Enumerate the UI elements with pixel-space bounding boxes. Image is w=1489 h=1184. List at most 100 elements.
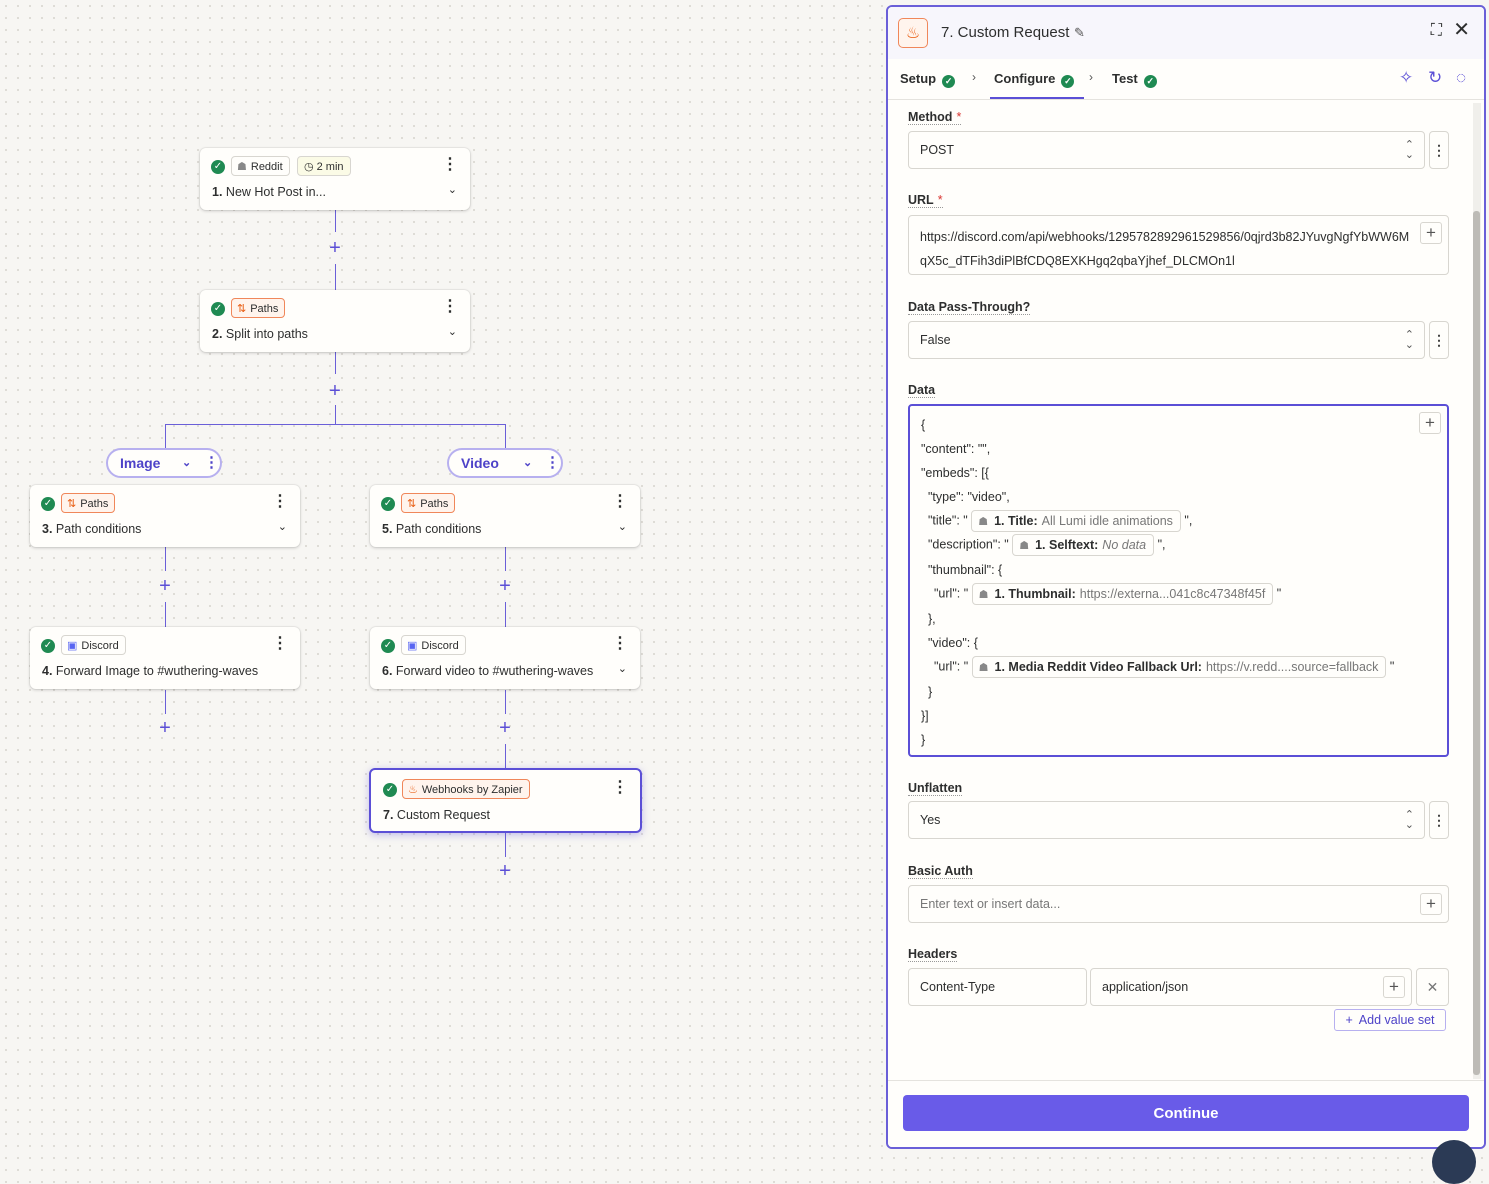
step-title: 5. Path conditions: [382, 522, 482, 536]
step-tabs: Setup ✓ › Configure ✓ › Test ✓ ✧ ↻ ◌: [888, 59, 1484, 100]
scrollbar-thumb[interactable]: [1473, 211, 1480, 1075]
more-options-icon[interactable]: ⋮: [272, 493, 288, 511]
chevron-down-icon[interactable]: ⌄: [448, 325, 457, 338]
close-icon[interactable]: ✕: [1453, 20, 1470, 40]
app-badge: ⇅ Paths: [401, 493, 456, 513]
data-pill-title[interactable]: ☗ 1. Title: All Lumi idle animations: [971, 510, 1181, 532]
more-options-icon[interactable]: ⋮: [612, 779, 628, 797]
success-check-icon: ✓: [41, 639, 55, 653]
sparkle-icon[interactable]: ✧: [1399, 68, 1413, 88]
more-options-icon[interactable]: ⋮: [442, 298, 458, 316]
app-badge: ▣ Discord: [61, 635, 126, 655]
add-step-icon[interactable]: +: [325, 238, 345, 259]
step-title: 6. Forward video to #wuthering-waves: [382, 664, 594, 678]
header-key-field[interactable]: Content-Type: [908, 968, 1087, 1006]
connector: [165, 424, 166, 448]
step-node-1[interactable]: ✓ ☗ Reddit ◷ 2 min ⋮ 1. New Hot Post in...…: [200, 148, 470, 210]
tab-test[interactable]: Test ✓: [1112, 71, 1157, 88]
webhook-icon: ♨: [898, 18, 928, 48]
more-options-icon[interactable]: ⋮: [612, 493, 628, 511]
passthrough-select[interactable]: False ⌃ ⌄: [908, 321, 1425, 359]
more-options-icon[interactable]: ⋮: [204, 450, 219, 476]
data-pill-video-url[interactable]: ☗ 1. Media Reddit Video Fallback Url: http…: [971, 656, 1387, 678]
add-value-set-button[interactable]: + Add value set: [1334, 1009, 1446, 1031]
insert-data-button[interactable]: +: [1420, 893, 1442, 915]
comment-icon[interactable]: ◌: [1456, 68, 1466, 88]
reddit-icon: ☗: [978, 662, 989, 674]
add-step-icon[interactable]: +: [325, 381, 345, 402]
headers-label: Headers: [908, 947, 958, 962]
success-check-icon: ✓: [211, 302, 225, 316]
data-line-video-url: "url": " ☗ 1. Media Reddit Video Fallback…: [934, 656, 1394, 678]
insert-data-button[interactable]: +: [1383, 976, 1405, 998]
chevron-right-icon: ›: [1089, 70, 1093, 84]
success-check-icon: ✓: [211, 160, 225, 174]
chevron-down-icon[interactable]: ⌄: [448, 183, 457, 196]
close-icon: ✕: [1426, 979, 1439, 995]
method-select[interactable]: POST ⌃ ⌄: [908, 131, 1425, 169]
add-step-icon[interactable]: +: [155, 718, 175, 739]
discord-icon: ▣: [407, 640, 418, 652]
basic-auth-field[interactable]: Enter text or insert data... +: [908, 885, 1449, 923]
chevron-updown-icon: ⌃ ⌄: [1404, 809, 1414, 831]
insert-data-button[interactable]: +: [1419, 412, 1441, 434]
plus-icon: +: [1345, 1013, 1353, 1027]
chevron-down-icon[interactable]: ⌄: [182, 450, 191, 476]
check-icon: ✓: [1143, 75, 1157, 88]
unflatten-options-button[interactable]: ⋮: [1429, 801, 1449, 839]
header-value-field[interactable]: application/json +: [1090, 968, 1412, 1006]
workflow-canvas[interactable]: + + + + + + + ✓ ☗ Reddit ◷ 2 min ⋮ 1. New …: [0, 0, 886, 1153]
data-pill-thumbnail[interactable]: ☗ 1. Thumbnail: https://externa...041c8c47…: [971, 583, 1274, 605]
chevron-right-icon: ›: [972, 70, 976, 84]
method-options-button[interactable]: ⋮: [1429, 131, 1449, 169]
data-textarea[interactable]: + { "content": "", "embeds": [{ "type": …: [908, 404, 1449, 757]
more-options-icon[interactable]: ⋮: [545, 450, 560, 476]
chevron-updown-icon: ⌃ ⌄: [1404, 139, 1414, 161]
passthrough-label: Data Pass-Through?: [908, 300, 1031, 315]
path-pill-image[interactable]: Image ⌄ ⋮: [106, 448, 222, 478]
add-step-icon[interactable]: +: [495, 861, 515, 882]
panel-title[interactable]: 7. Custom Request: [941, 24, 1069, 41]
branch-connector: [165, 424, 506, 425]
step-editor-panel: ♨ 7. Custom Request ✎ ⛶ ✕ Setup ✓ › Confi…: [886, 5, 1486, 1149]
url-field[interactable]: https://discord.com/api/webhooks/1295782…: [908, 215, 1449, 275]
reddit-icon: ☗: [237, 161, 247, 173]
check-icon: ✓: [942, 75, 956, 88]
add-step-icon[interactable]: +: [495, 576, 515, 597]
step-node-2[interactable]: ✓ ⇅ Paths ⋮ 2. Split into paths ⌄: [200, 290, 470, 352]
success-check-icon: ✓: [381, 639, 395, 653]
remove-header-button[interactable]: ✕: [1416, 968, 1449, 1006]
add-step-icon[interactable]: +: [155, 576, 175, 597]
unflatten-select[interactable]: Yes ⌃ ⌄: [908, 801, 1425, 839]
step-node-6[interactable]: ✓ ▣ Discord ⋮ 6. Forward video to #wuther…: [370, 627, 640, 689]
chat-bubble[interactable]: [1432, 1140, 1476, 1184]
add-step-icon[interactable]: +: [495, 718, 515, 739]
step-node-5[interactable]: ✓ ⇅ Paths ⋮ 5. Path conditions ⌄: [370, 485, 640, 547]
step-node-4[interactable]: ✓ ▣ Discord ⋮ 4. Forward Image to #wuther…: [30, 627, 300, 689]
expand-icon[interactable]: ⛶: [1431, 22, 1442, 40]
passthrough-options-button[interactable]: ⋮: [1429, 321, 1449, 359]
data-label: Data: [908, 383, 936, 398]
clock-icon: ◷: [304, 161, 314, 173]
more-options-icon[interactable]: ⋮: [612, 635, 628, 653]
chevron-down-icon[interactable]: ⌄: [523, 450, 532, 476]
insert-data-button[interactable]: +: [1420, 222, 1442, 244]
panel-footer: Continue: [888, 1080, 1484, 1147]
refresh-icon[interactable]: ↻: [1428, 68, 1442, 88]
continue-button[interactable]: Continue: [903, 1095, 1469, 1131]
tab-configure[interactable]: Configure ✓: [989, 71, 1085, 99]
reddit-icon: ☗: [1019, 540, 1030, 552]
pencil-icon[interactable]: ✎: [1074, 25, 1085, 41]
chevron-updown-icon: ⌃ ⌄: [1404, 329, 1414, 351]
data-pill-selftext[interactable]: ☗ 1. Selftext: No data: [1012, 534, 1155, 556]
chevron-down-icon[interactable]: ⌄: [618, 662, 627, 675]
more-options-icon[interactable]: ⋮: [272, 635, 288, 653]
chevron-down-icon[interactable]: ⌄: [278, 520, 287, 533]
more-options-icon[interactable]: ⋮: [442, 156, 458, 174]
path-pill-video[interactable]: Video ⌄ ⋮: [447, 448, 563, 478]
chevron-down-icon[interactable]: ⌄: [618, 520, 627, 533]
tab-setup[interactable]: Setup ✓: [900, 71, 956, 88]
connector: [335, 210, 336, 232]
step-node-3[interactable]: ✓ ⇅ Paths ⋮ 3. Path conditions ⌄: [30, 485, 300, 547]
step-node-7[interactable]: ✓ ♨ Webhooks by Zapier ⋮ 7. Custom Reques…: [369, 768, 642, 833]
